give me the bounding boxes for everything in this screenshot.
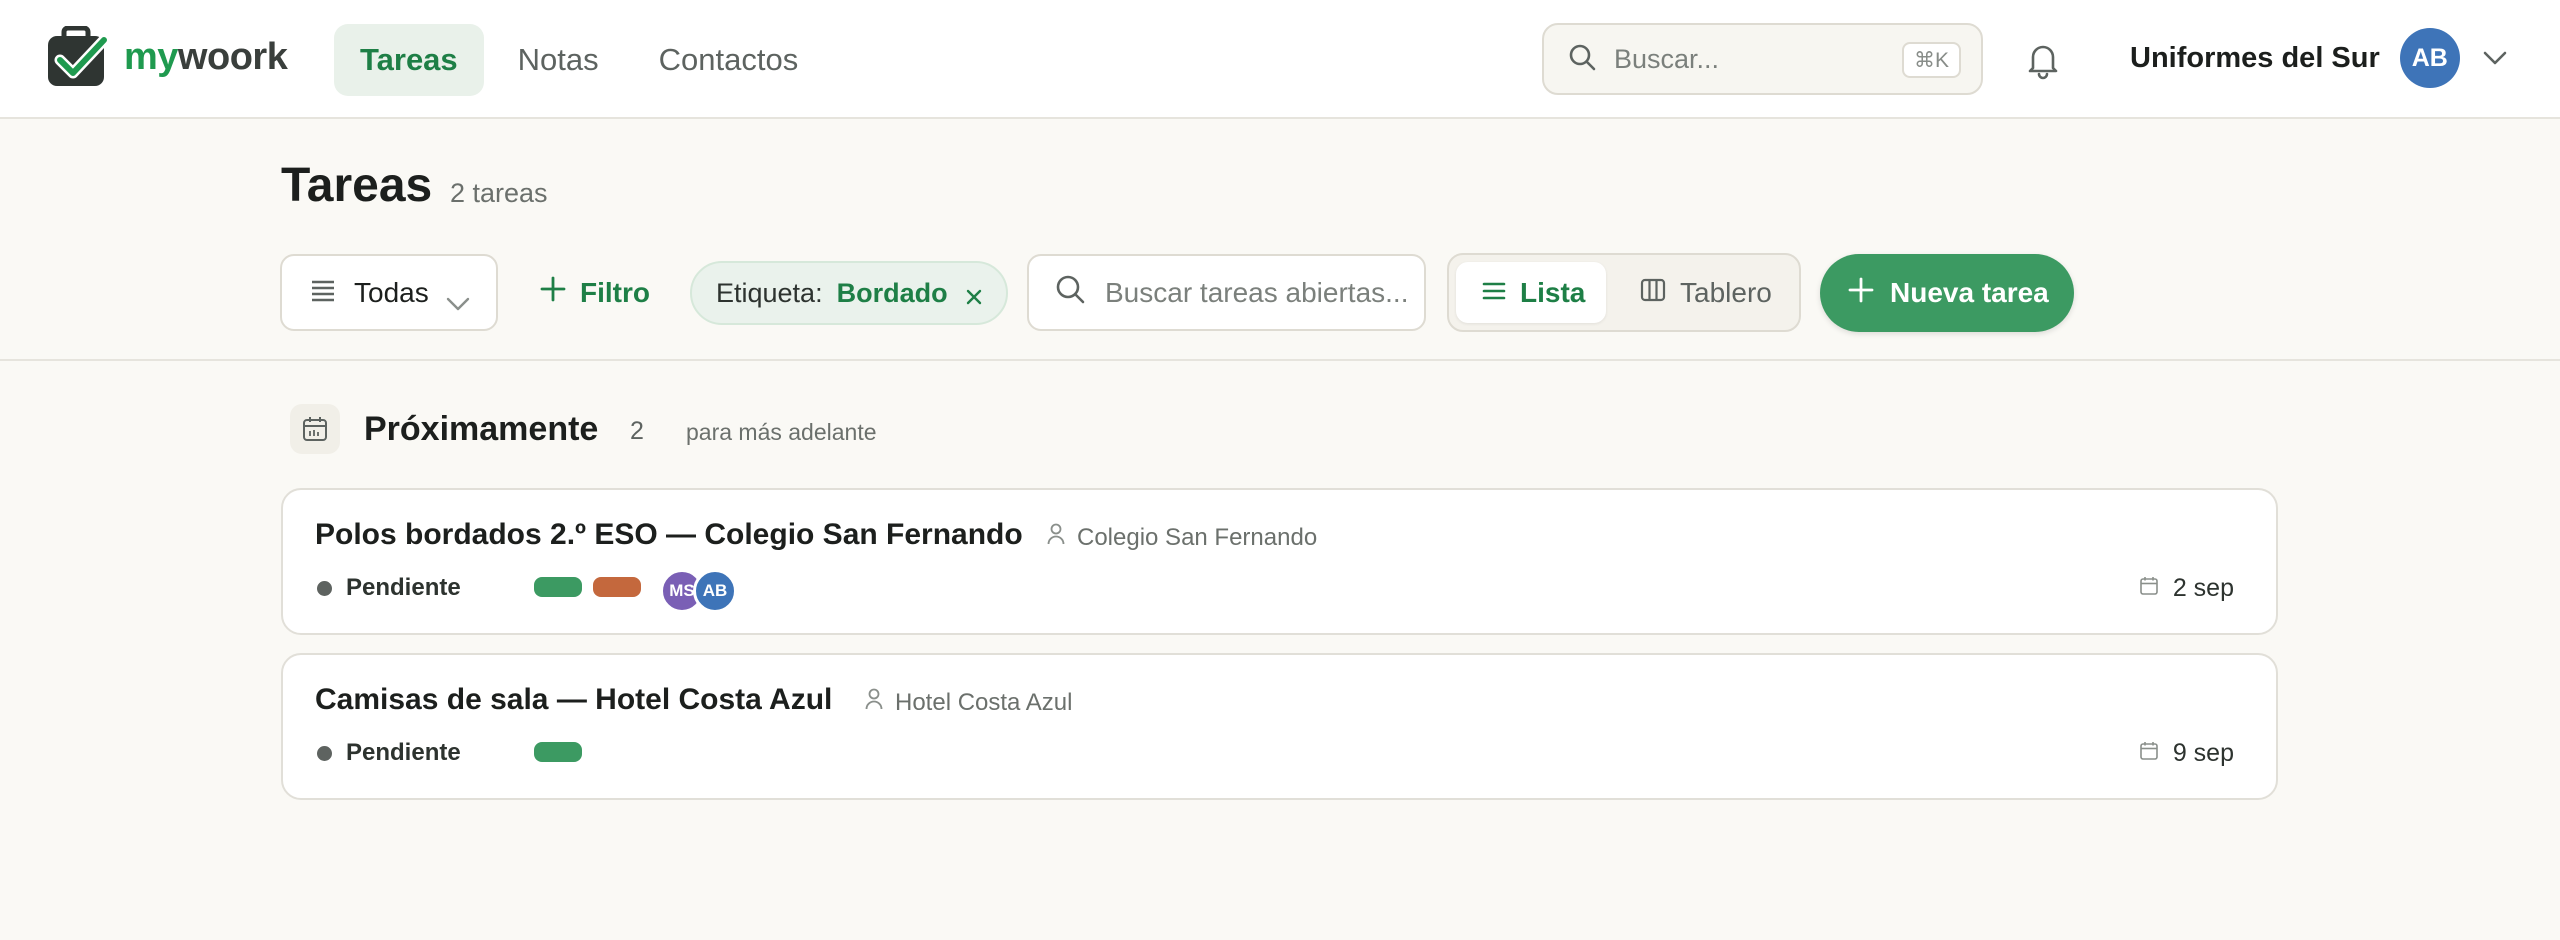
app-logo[interactable]: mywoork [46, 25, 288, 88]
search-shortcut-badge: ⌘K [1901, 42, 1961, 78]
user-avatar: AB [2399, 28, 2460, 88]
new-task-label: Nueva tarea [1890, 277, 2049, 308]
task-due-label: 9 sep [2172, 739, 2234, 767]
task-due-date[interactable]: 9 sep [2139, 739, 2234, 768]
section-count: 2 [630, 417, 644, 445]
task-client-name: Hotel Costa Azul [895, 688, 1073, 716]
view-list-label: Lista [1520, 276, 1586, 308]
nav-tab-notas[interactable]: Notas [492, 24, 625, 96]
view-board-button[interactable]: Tablero [1614, 262, 1794, 323]
task-client[interactable]: Colegio San Fernando [1047, 523, 1317, 552]
task-title[interactable]: Polos bordados 2.º ESO — Colegio San Fer… [315, 518, 1023, 552]
task-count: 2 tareas [450, 178, 548, 208]
list-icon [1482, 277, 1506, 309]
organization-name: Uniformes del Sur [2130, 41, 2380, 74]
nav-tab-contactos[interactable]: Contactos [633, 24, 825, 96]
chevron-down-icon [2482, 50, 2508, 66]
task-status[interactable]: Pendiente [317, 739, 461, 767]
task-due-label: 2 sep [2172, 574, 2234, 602]
user-icon [1047, 523, 1065, 552]
tag-filter-value: Bordado [836, 277, 948, 308]
global-search-input[interactable]: Buscar... ⌘K [1542, 23, 1983, 95]
task-tag-orange [593, 577, 641, 597]
scope-dropdown-label: Todas [354, 276, 429, 308]
close-icon[interactable] [964, 283, 984, 314]
section-title: Próximamente [364, 410, 599, 448]
view-list-button[interactable]: Lista [1456, 262, 1606, 323]
task-client-name: Colegio San Fernando [1077, 523, 1318, 551]
add-filter-label: Filtro [580, 276, 650, 308]
list-stack-icon [310, 277, 336, 309]
notifications-bell-icon[interactable] [2024, 40, 2062, 80]
task-card[interactable]: Polos bordados 2.º ESO — Colegio San Fer… [281, 488, 2278, 635]
active-tag-filter-chip[interactable]: Etiqueta: Bordado [690, 261, 1008, 325]
task-search-placeholder: Buscar tareas abiertas... [1105, 276, 1409, 308]
header-divider [0, 359, 2560, 361]
task-title[interactable]: Camisas de sala — Hotel Costa Azul [315, 683, 832, 717]
task-client[interactable]: Hotel Costa Azul [865, 688, 1072, 717]
status-dot [317, 745, 332, 761]
view-toggle: Lista Tablero [1447, 253, 1801, 332]
tag-filter-key: Etiqueta: [716, 277, 823, 308]
task-status-label: Pendiente [346, 574, 461, 601]
task-status[interactable]: Pendiente [317, 574, 461, 602]
view-board-label: Tablero [1680, 276, 1772, 308]
kanban-columns-icon [1640, 277, 1666, 309]
top-navigation-bar: mywoork Tareas Notas Contactos Buscar...… [0, 0, 2560, 119]
nav-tab-tareas[interactable]: Tareas [334, 24, 484, 96]
calendar-icon [290, 404, 340, 454]
plus-icon [1848, 277, 1874, 310]
briefcase-check-icon [46, 25, 110, 88]
calendar-icon [2139, 739, 2159, 768]
user-icon [865, 688, 883, 717]
task-tag-green [534, 577, 582, 597]
section-subtitle: para más adelante [686, 419, 877, 445]
app-name: mywoork [124, 35, 288, 78]
account-menu[interactable]: Uniformes del Sur AB [2130, 28, 2508, 88]
global-search-placeholder: Buscar... [1614, 43, 1720, 74]
search-icon [1568, 43, 1596, 76]
task-card[interactable]: Camisas de sala — Hotel Costa Azul Hotel… [281, 653, 2278, 800]
new-task-button[interactable]: Nueva tarea [1820, 254, 2074, 332]
page-title: Tareas [281, 159, 433, 212]
chevron-down-icon [446, 286, 470, 318]
task-tag-green [534, 742, 582, 762]
status-dot [317, 580, 332, 596]
scope-dropdown[interactable]: Todas [280, 254, 498, 331]
calendar-icon [2139, 574, 2159, 603]
assignee-avatar: AB [693, 569, 737, 613]
search-icon [1055, 274, 1085, 311]
task-status-label: Pendiente [346, 739, 461, 766]
task-due-date[interactable]: 2 sep [2139, 574, 2234, 603]
add-filter-button[interactable]: Filtro [530, 254, 660, 331]
plus-icon [540, 276, 566, 309]
task-search-input[interactable]: Buscar tareas abiertas... [1027, 254, 1426, 331]
main-nav: Tareas Notas Contactos [334, 24, 832, 96]
